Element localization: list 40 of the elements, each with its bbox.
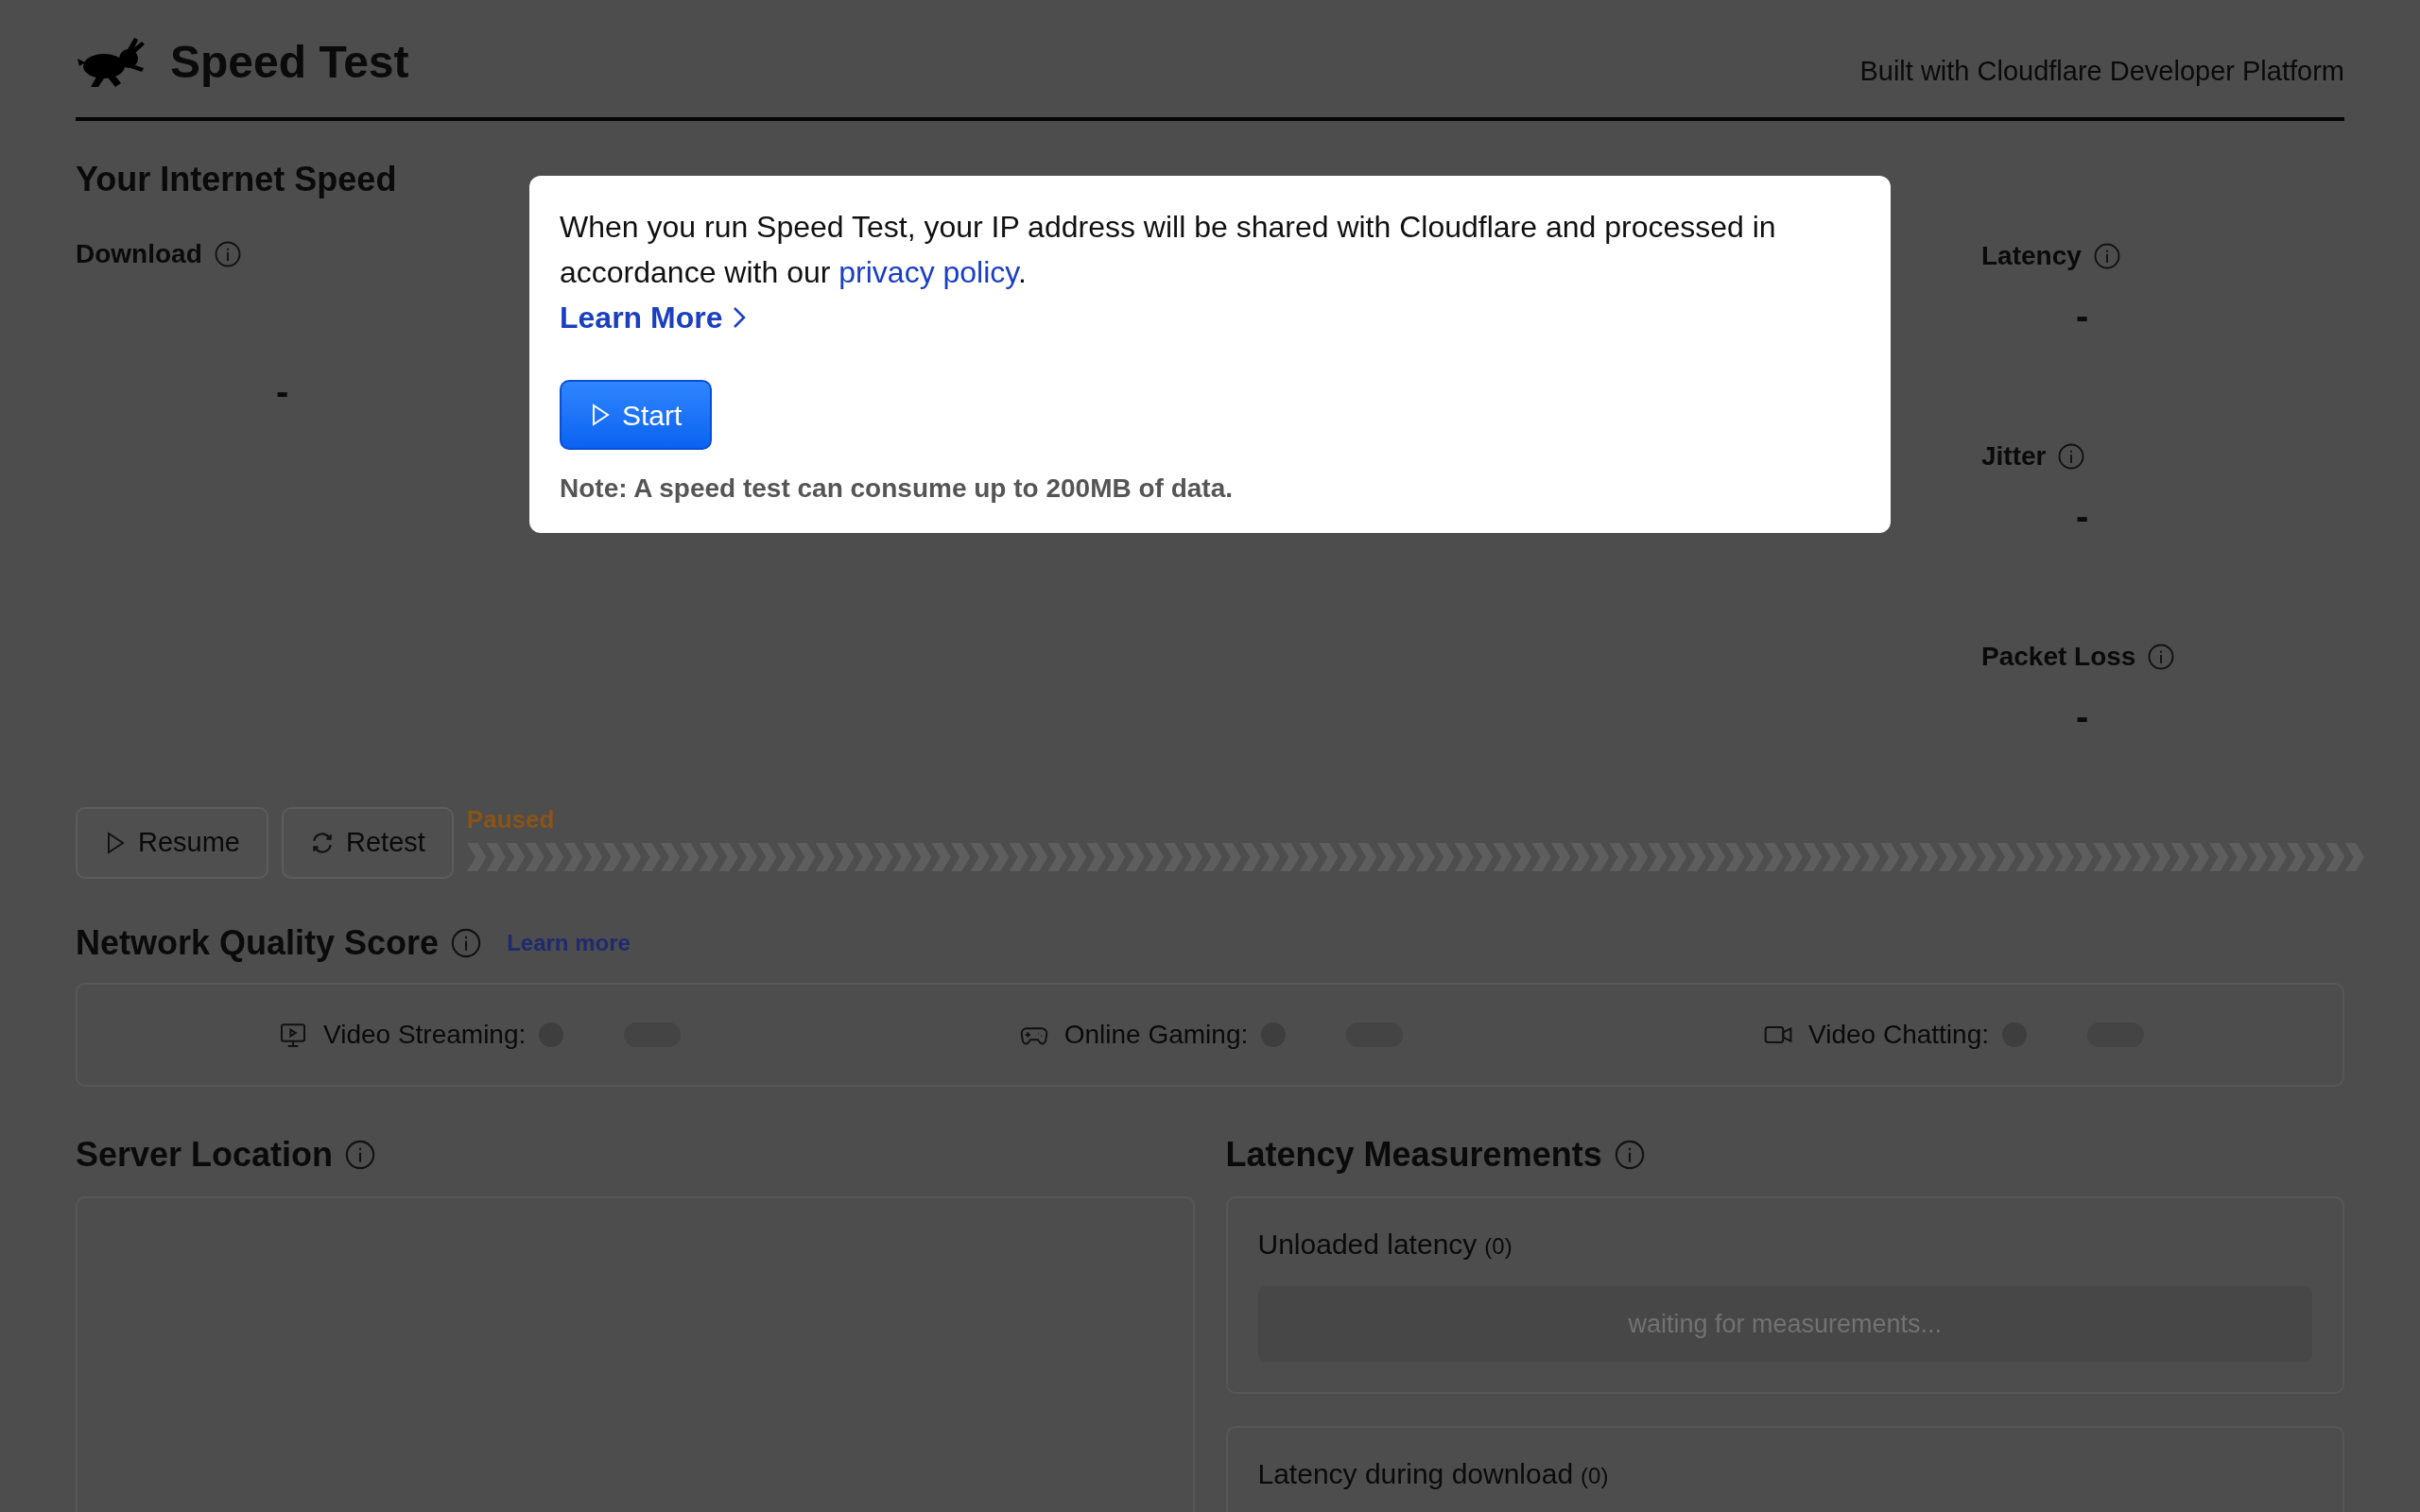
refresh-icon: [310, 831, 335, 855]
score-label: Video Streaming:: [323, 1019, 527, 1051]
metric-label: Latency: [1981, 240, 2082, 272]
play-icon: [590, 403, 611, 427]
info-icon[interactable]: [2057, 442, 2086, 471]
metric-value: -: [2076, 697, 2090, 735]
privacy-policy-link[interactable]: privacy policy: [838, 255, 1018, 289]
section-heading: Latency Measurements: [1225, 1138, 1602, 1172]
info-icon[interactable]: [344, 1139, 377, 1171]
metric-label: Jitter: [1981, 440, 2047, 472]
download-value: -: [276, 372, 290, 410]
metric-value: -: [2076, 497, 2090, 535]
info-icon[interactable]: [213, 240, 242, 268]
retest-button[interactable]: Retest: [282, 807, 454, 879]
rabbit-logo-icon: [76, 36, 147, 89]
section-heading: Network Quality Score: [76, 926, 440, 960]
score-label: Online Gaming:: [1063, 1019, 1249, 1051]
info-icon[interactable]: [450, 927, 483, 959]
privacy-notice: When you run Speed Test, your IP address will be shared with Cloudflare and processed in accordance with our privacy policy.: [560, 209, 1777, 291]
latency-card-title: Unloaded latency: [1257, 1228, 1478, 1262]
chevron-right-icon: [732, 305, 748, 330]
latency-card-title: Latency during download: [1257, 1457, 1574, 1491]
measurement-count: (0): [1581, 1462, 1609, 1490]
info-icon[interactable]: [1613, 1139, 1646, 1171]
section-heading: Your Internet Speed: [76, 163, 397, 197]
platform-credit: Built with Cloudflare Developer Platform: [1859, 58, 2344, 88]
info-icon[interactable]: [2147, 643, 2176, 671]
info-icon[interactable]: [2092, 242, 2121, 270]
metric-label: Download: [76, 238, 202, 270]
resume-button[interactable]: Resume: [76, 807, 268, 879]
metric-label: Packet Loss: [1981, 641, 2136, 673]
data-usage-note: Note: A speed test can consume up to 200MB of data.: [560, 472, 1235, 505]
score-label: Video Chatting:: [1808, 1019, 1989, 1051]
metric-value: -: [2076, 297, 2090, 335]
status-label: Paused: [466, 807, 556, 832]
section-heading: Server Location: [76, 1138, 334, 1172]
learn-more-link[interactable]: Learn More: [560, 295, 748, 340]
start-button[interactable]: Start: [560, 380, 713, 450]
measurement-count: (0): [1484, 1232, 1512, 1261]
app-title: Speed Test: [170, 40, 409, 85]
